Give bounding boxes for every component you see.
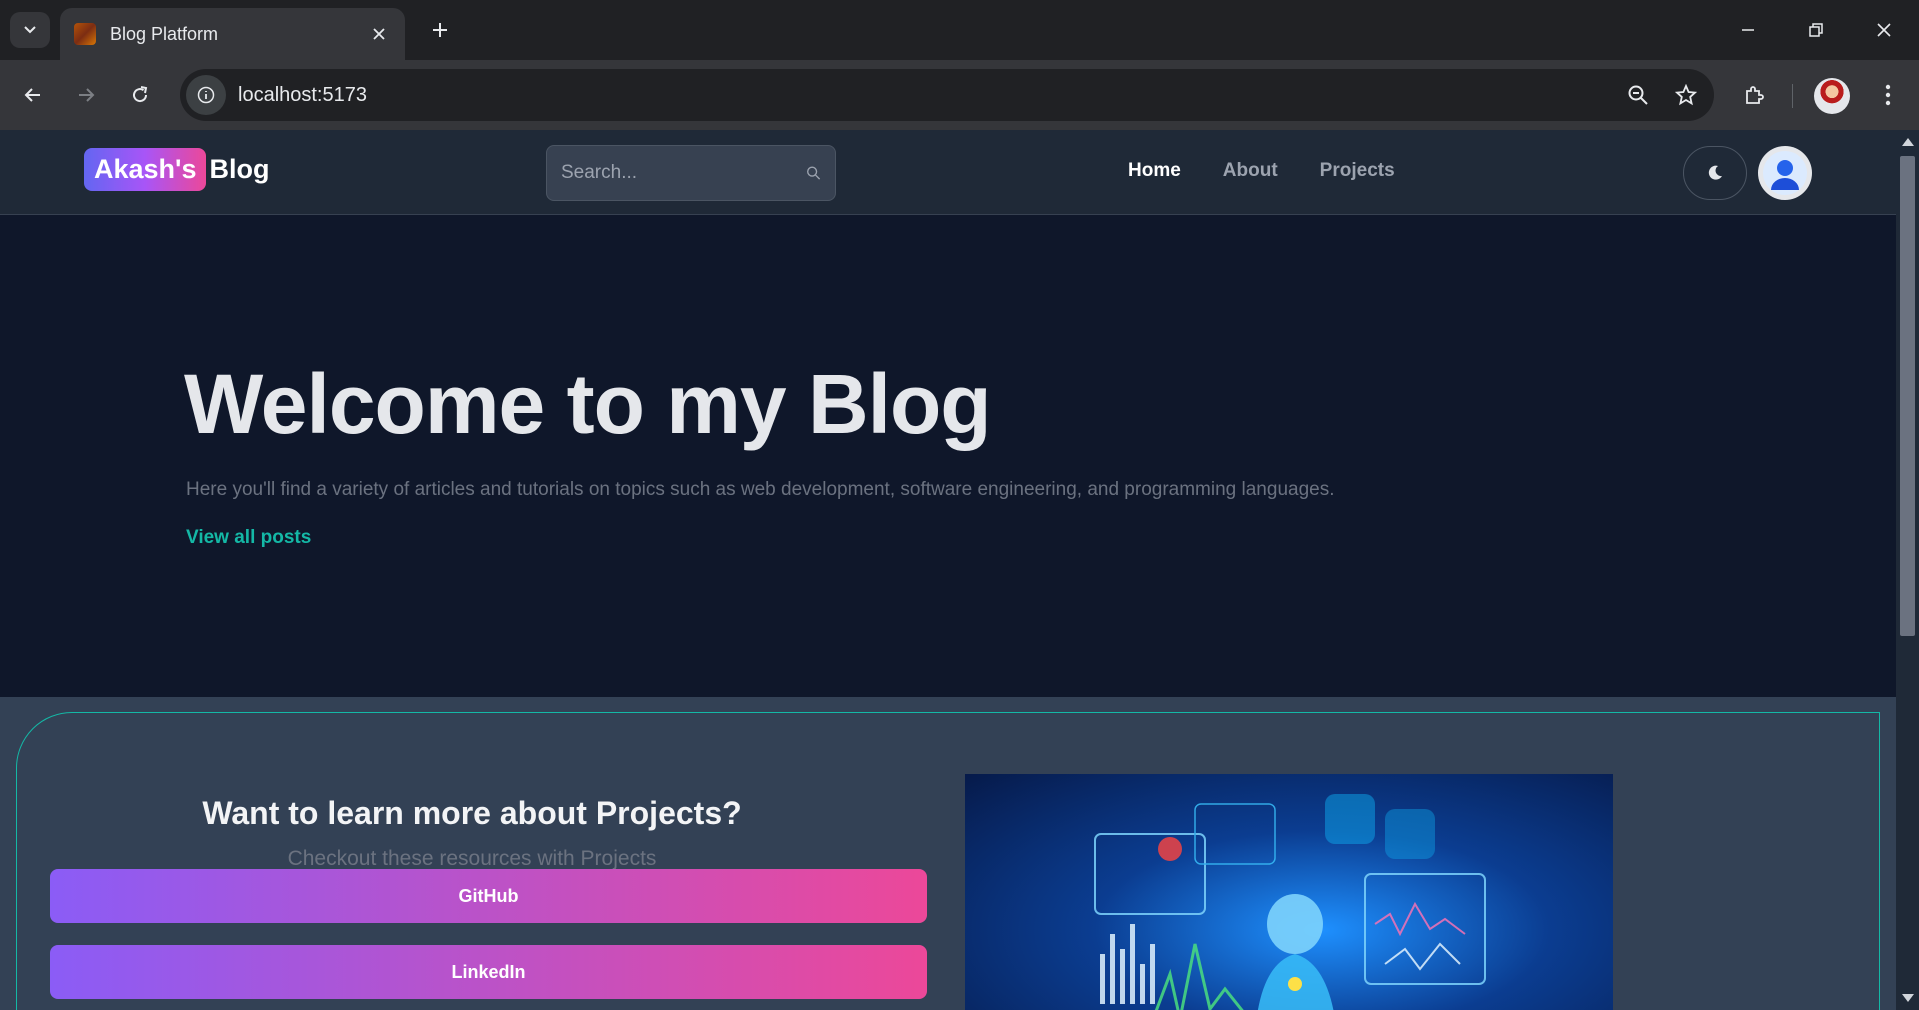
star-icon	[1675, 84, 1697, 106]
cta-title: Want to learn more about Projects?	[202, 795, 742, 831]
reload-button[interactable]	[121, 76, 159, 114]
hero-title: Welcome to my Blog	[184, 357, 992, 451]
linkedin-button[interactable]: LinkedIn	[50, 945, 927, 999]
cta-card: Want to learn more about Projects? Check…	[16, 712, 1880, 1010]
reload-icon	[133, 86, 148, 103]
close-icon	[1877, 23, 1891, 37]
hero-section: Welcome to my Blog Here you'll find a va…	[0, 216, 1896, 697]
github-button[interactable]: GitHub	[50, 869, 927, 923]
nav-about[interactable]: About	[1223, 160, 1278, 182]
theme-toggle-button[interactable]	[1683, 146, 1747, 200]
arrow-left-icon	[24, 88, 40, 102]
view-all-posts-link[interactable]: View all posts	[186, 527, 311, 549]
kebab-menu-icon	[1885, 84, 1891, 106]
logo-badge: Akash's	[84, 148, 207, 191]
nav-projects[interactable]: Projects	[1320, 160, 1395, 182]
logo-text: Blog	[209, 154, 270, 184]
forward-button[interactable]	[67, 76, 105, 114]
restore-icon	[1809, 23, 1823, 37]
cta-section: Want to learn more about Projects? Check…	[0, 697, 1896, 1010]
tab-search-button[interactable]	[10, 12, 50, 48]
puzzle-icon	[1746, 86, 1764, 104]
minimize-icon	[1742, 29, 1754, 31]
address-bar[interactable]: localhost:5173	[180, 69, 1714, 121]
page-scrollbar[interactable]	[1896, 130, 1919, 1010]
nav-home[interactable]: Home	[1128, 160, 1181, 182]
tab-title: Blog Platform	[110, 23, 219, 44]
info-icon	[197, 86, 215, 104]
ai-illustration-image	[1094, 794, 1486, 1010]
new-tab-button[interactable]	[424, 14, 456, 46]
user-icon	[1763, 151, 1807, 195]
chevron-down-icon	[24, 26, 36, 34]
search-box	[546, 145, 836, 201]
favicon-icon	[74, 23, 96, 45]
main-nav: Home About Projects	[1128, 160, 1395, 182]
plus-icon	[433, 23, 447, 37]
tab-close-button[interactable]	[367, 22, 391, 46]
search-icon[interactable]	[806, 162, 821, 184]
close-icon	[373, 28, 385, 40]
zoom-button[interactable]	[1618, 75, 1658, 115]
minimize-button[interactable]	[1726, 12, 1770, 48]
url-text: localhost:5173	[238, 83, 367, 106]
site-logo[interactable]: Akash's Blog	[84, 148, 269, 191]
web-page: Akash's Blog Home About Projects Welcome…	[0, 130, 1896, 1010]
extensions-button[interactable]	[1735, 76, 1773, 114]
search-input[interactable]	[561, 162, 806, 184]
site-header: Akash's Blog Home About Projects	[0, 130, 1896, 215]
projects-illustration	[965, 774, 1613, 1010]
browser-tab[interactable]: Blog Platform	[60, 8, 405, 60]
close-window-button[interactable]	[1862, 12, 1906, 48]
scroll-thumb[interactable]	[1900, 156, 1915, 636]
browser-profile-avatar[interactable]	[1814, 78, 1850, 114]
cta-subtitle: Checkout these resources with Projects	[287, 847, 657, 870]
browser-menu-button[interactable]	[1869, 76, 1907, 114]
back-button[interactable]	[14, 76, 52, 114]
site-info-button[interactable]	[186, 75, 226, 115]
hero-subtitle: Here you'll find a variety of articles a…	[186, 479, 1335, 500]
scroll-down-arrow[interactable]	[1902, 994, 1914, 1002]
browser-toolbar: localhost:5173	[0, 60, 1919, 130]
restore-button[interactable]	[1794, 12, 1838, 48]
toolbar-divider	[1792, 84, 1793, 108]
arrow-right-icon	[79, 88, 95, 102]
browser-tab-bar: Blog Platform	[0, 0, 1919, 60]
bookmark-button[interactable]	[1666, 75, 1706, 115]
moon-icon	[1708, 165, 1722, 180]
scroll-up-arrow[interactable]	[1902, 138, 1914, 146]
zoom-out-icon	[1628, 85, 1648, 105]
user-avatar[interactable]	[1758, 146, 1812, 200]
